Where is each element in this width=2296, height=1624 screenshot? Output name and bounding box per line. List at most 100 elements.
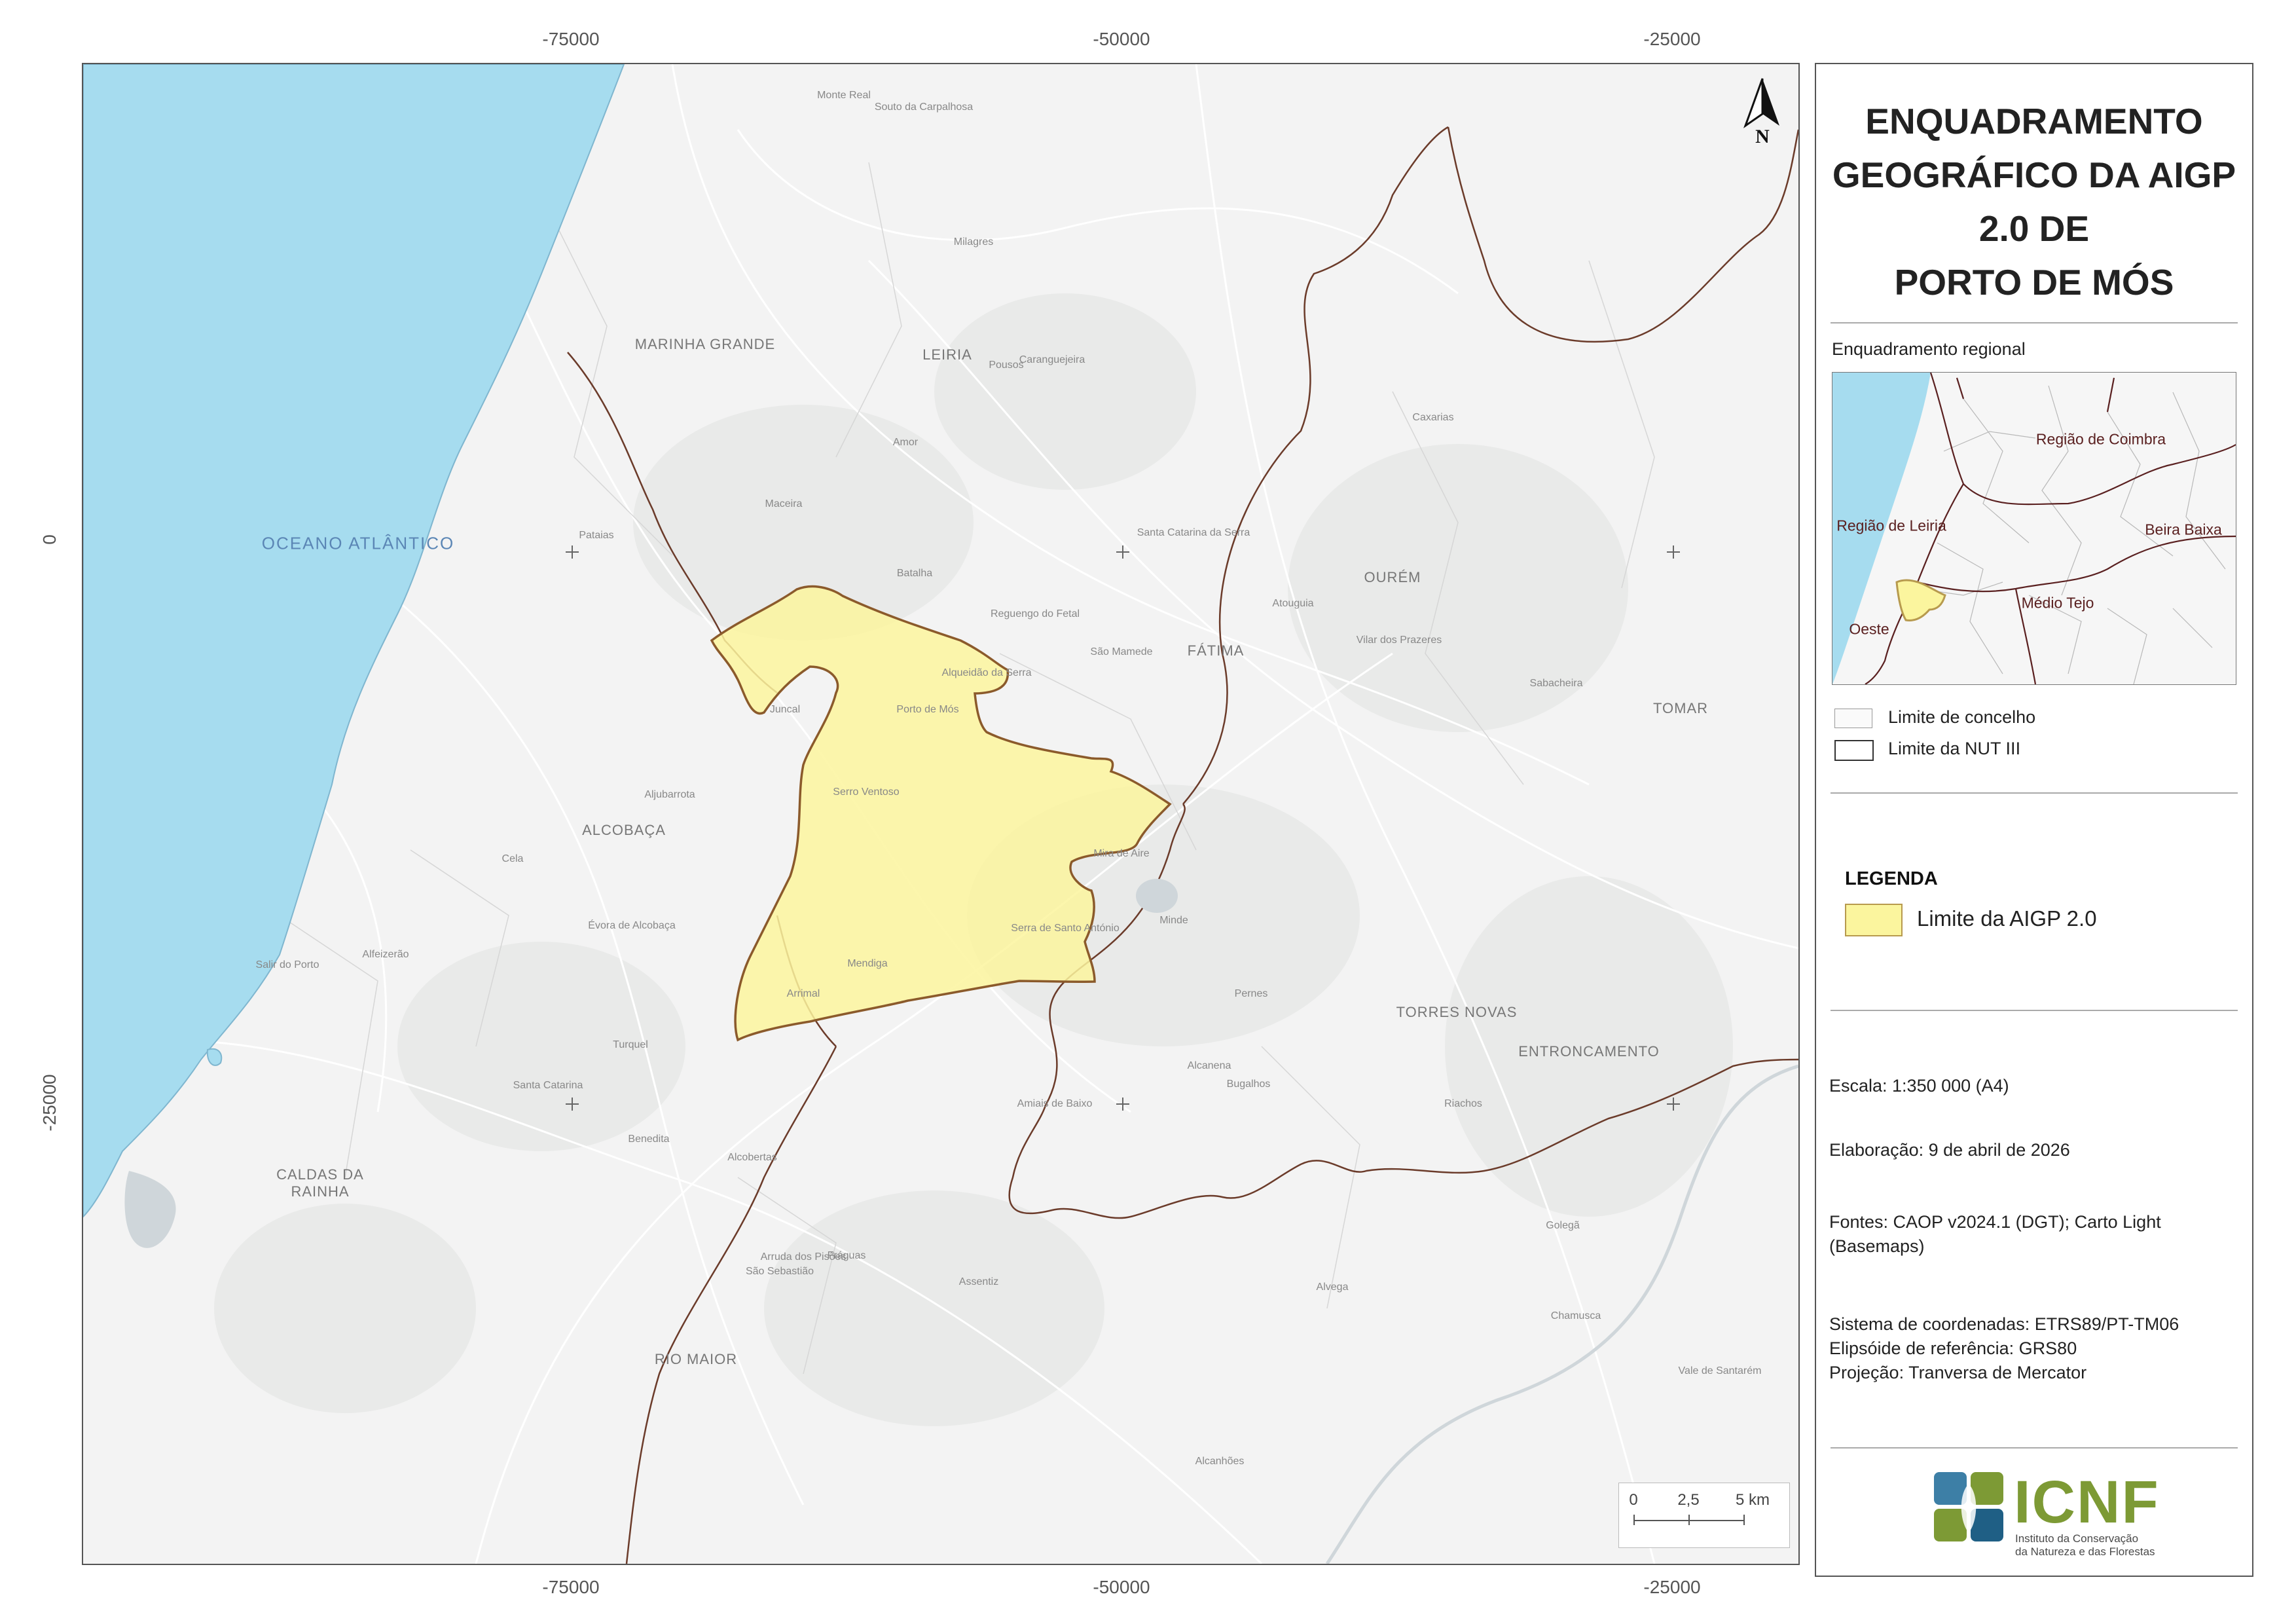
- x-tick-top: -50000: [1093, 29, 1150, 49]
- place-minor: Chamusca: [1550, 1310, 1601, 1321]
- place-minor: Alqueidão da Serra: [941, 667, 1032, 678]
- nut-key-swatch: [1834, 740, 1874, 761]
- sources-line-1: Fontes: CAOP v2024.1 (DGT); Carto Light: [1829, 1212, 2161, 1232]
- title-line-2: GEOGRÁFICO DA AIGP: [1832, 155, 2236, 195]
- place-minor: São Sebastião: [745, 1266, 814, 1277]
- sources-text: Fontes: CAOP v2024.1 (DGT); Carto Light …: [1829, 1210, 2161, 1259]
- north-letter: N: [1755, 126, 1770, 147]
- place-minor: Alfeizerão: [362, 949, 409, 960]
- place-minor: Santa Catarina: [513, 1080, 583, 1091]
- place-minor: Aljubarrota: [644, 789, 695, 800]
- inset-label-leiria: Região de Leiria: [1836, 517, 1946, 534]
- place-rainha: RAINHA: [291, 1183, 350, 1200]
- aigp-legend-swatch: [1845, 904, 1903, 936]
- place-minor: Golegã: [1546, 1220, 1580, 1231]
- x-tick-top: -75000: [542, 29, 600, 49]
- aigp-legend-label: Limite da AIGP 2.0: [1917, 906, 2097, 931]
- title-line-4: PORTO DE MÓS: [1894, 262, 2174, 303]
- place-minor: Fráguas: [827, 1250, 866, 1261]
- north-arrow-icon: [1743, 78, 1779, 128]
- place-minor: Bugalhos: [1226, 1079, 1271, 1090]
- place-minor: Serra de Santo António: [1011, 923, 1120, 934]
- scale-text: Escala: 1:350 000 (A4): [1829, 1076, 2009, 1096]
- place-minor: Amor: [892, 437, 919, 448]
- place-minor: Pernes: [1234, 988, 1268, 999]
- place-minor: Alvega: [1316, 1282, 1349, 1293]
- crs-line-3: Projeção: Tranversa de Mercator: [1829, 1363, 2087, 1382]
- regional-inset-map[interactable]: Região de Coimbra Região de Leiria Beira…: [1832, 372, 2236, 685]
- place-minor: Sabacheira: [1529, 678, 1583, 689]
- x-tick-bottom: -25000: [1643, 1577, 1701, 1597]
- ocean-label: OCEANO ATLÂNTICO: [261, 533, 455, 553]
- icnf-logo: ICNF Instituto da Conservação da Naturez…: [1933, 1469, 2168, 1558]
- north-arrow: N: [1741, 77, 1783, 149]
- place-minor: Maceira: [765, 498, 803, 509]
- map-canvas: [83, 64, 1798, 1564]
- place-minor: Batalha: [896, 568, 933, 579]
- place-ourem: OURÉM: [1364, 569, 1421, 585]
- crs-text: Sistema de coordenadas: ETRS89/PT-TM06 E…: [1829, 1312, 2179, 1385]
- place-leiria: LEIRIA: [922, 346, 972, 363]
- nut-key-label: Limite da NUT III: [1888, 739, 2021, 758]
- inset-label-oeste: Oeste: [1849, 620, 1889, 638]
- place-minor: Atouguia: [1272, 598, 1314, 609]
- place-minor: Arrimal: [786, 988, 820, 999]
- scale-label-zero: 0: [1629, 1491, 1638, 1509]
- place-fatima: FÁTIMA: [1187, 642, 1245, 659]
- map-frame[interactable]: OCEANO ATLÂNTICO MARINHA GRANDE LEIRIA O…: [82, 63, 1800, 1565]
- place-minor: Alcanhões: [1195, 1456, 1245, 1467]
- y-tick-left: -25000: [39, 1074, 60, 1132]
- obidos-lagoon: [124, 1171, 176, 1248]
- place-minor: Mira de Aire: [1093, 848, 1150, 859]
- place-rio-maior: RIO MAIOR: [654, 1351, 738, 1367]
- logo-subtitle-1: Instituto da Conservação: [2015, 1532, 2139, 1545]
- place-minor: Milagres: [953, 236, 994, 248]
- scale-bar: 0 2,5 5 km: [1618, 1483, 1790, 1548]
- separator: [1831, 322, 2238, 323]
- x-tick-bottom: -75000: [542, 1577, 600, 1597]
- place-minor: Mendiga: [847, 958, 888, 969]
- place-minor: Amiais de Baixo: [1017, 1098, 1093, 1109]
- place-minor: Cela: [501, 853, 524, 864]
- place-minor: Vale de Santarém: [1678, 1365, 1762, 1376]
- place-minor: Alcobertas: [727, 1152, 777, 1163]
- place-minor: São Mamede: [1090, 646, 1153, 657]
- crs-line-2: Elipsóide de referência: GRS80: [1829, 1338, 2077, 1358]
- x-tick-top: -25000: [1643, 29, 1701, 49]
- separator: [1831, 1447, 2238, 1449]
- place-minor: Juncal: [769, 704, 801, 715]
- place-tomar: TOMAR: [1652, 700, 1709, 716]
- place-minor: Pataias: [579, 530, 614, 541]
- place-minor: Alcanena: [1187, 1060, 1231, 1071]
- scale-label-mid: 2,5: [1677, 1491, 1700, 1509]
- inset-label-medio-tejo: Médio Tejo: [2021, 594, 2094, 612]
- place-caldas-da: CALDAS DA: [276, 1166, 364, 1183]
- regional-label: Enquadramento regional: [1832, 339, 2026, 359]
- place-minor: Minde: [1159, 915, 1188, 926]
- x-tick-bottom: -50000: [1093, 1577, 1150, 1597]
- icnf-leaf-icon: [1934, 1472, 2003, 1541]
- place-minor: Reguengo do Fetal: [990, 608, 1080, 619]
- logo-wordmark: ICNF: [2014, 1469, 2160, 1536]
- place-minor: Santa Catarina da Serra: [1137, 527, 1250, 538]
- crs-line-1: Sistema de coordenadas: ETRS89/PT-TM06: [1829, 1314, 2179, 1334]
- place-minor: Turquel: [613, 1039, 648, 1050]
- elaboration-date: Elaboração: 9 de abril de 2026: [1829, 1140, 2070, 1160]
- place-minor: Riachos: [1444, 1098, 1482, 1109]
- side-panel: ENQUADRAMENTO GEOGRÁFICO DA AIGP 2.0 DE …: [1815, 63, 2253, 1577]
- map-title: ENQUADRAMENTO GEOGRÁFICO DA AIGP 2.0 DE …: [1816, 94, 2252, 309]
- place-marinha-grande: MARINHA GRANDE: [634, 336, 776, 352]
- place-minor: Monte Real: [817, 90, 871, 101]
- scale-label-end: 5 km: [1735, 1491, 1770, 1509]
- place-minor: Porto de Mós: [896, 704, 959, 715]
- place-minor: Assentiz: [958, 1276, 999, 1287]
- place-minor: Évora de Alcobaça: [588, 920, 676, 931]
- inset-label-beira-baixa: Beira Baixa: [2145, 521, 2222, 538]
- place-minor: Caxarias: [1412, 412, 1454, 423]
- title-line-1: ENQUADRAMENTO: [1865, 101, 2203, 141]
- place-minor: Souto da Carpalhosa: [874, 101, 974, 113]
- place-minor: Serro Ventoso: [833, 786, 900, 798]
- separator: [1831, 792, 2238, 794]
- place-entroncamento: ENTRONCAMENTO: [1518, 1043, 1660, 1060]
- inset-label-coimbra: Região de Coimbra: [2035, 430, 2166, 448]
